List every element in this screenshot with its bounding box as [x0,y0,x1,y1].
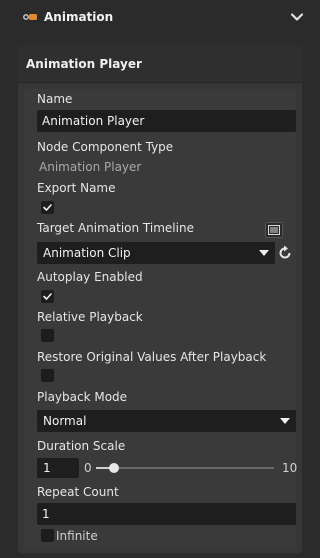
restore-values-checkbox[interactable] [41,369,54,382]
autoplay-enabled-label: Autoplay Enabled [37,270,143,284]
chevron-down-icon[interactable] [290,10,304,24]
target-timeline-value: Animation Clip [43,246,131,260]
section-header-animation[interactable]: Animation [0,0,320,36]
relative-playback-checkbox[interactable] [41,329,54,342]
infinite-checkbox[interactable] [41,529,54,542]
animation-section-icon [23,14,37,20]
playback-mode-dropdown[interactable]: Normal [37,410,296,432]
timeline-icon [268,225,280,235]
repeat-count-label: Repeat Count [37,485,119,499]
timeline-editor-button[interactable] [265,222,283,238]
duration-slider-track[interactable] [96,467,274,469]
duration-max-label: 10 [282,461,298,475]
playback-mode-label: Playback Mode [37,390,128,404]
panel-header: Animation Player [18,45,302,83]
checkmark-icon [43,293,52,300]
export-name-checkbox[interactable] [41,201,54,214]
duration-scale-input[interactable]: 1 [37,458,79,478]
refresh-icon[interactable] [276,244,294,262]
panel-title: Animation Player [26,57,142,71]
target-animation-timeline-label: Target Animation Timeline [37,221,194,235]
repeat-count-input[interactable]: 1 [37,503,296,525]
autoplay-checkbox[interactable] [41,290,54,303]
section-title: Animation [44,10,114,24]
node-component-type-value: Animation Player [39,160,142,174]
name-field[interactable]: Animation Player [37,110,296,132]
dropdown-arrow-icon [259,250,269,256]
playback-mode-value: Normal [43,414,87,428]
relative-playback-label: Relative Playback [37,310,143,324]
infinite-label: Infinite [56,529,98,543]
duration-slider-thumb[interactable] [108,463,119,473]
export-name-label: Export Name [37,181,116,195]
duration-scale-label: Duration Scale [37,439,126,453]
duration-min-label: 0 [84,461,92,475]
target-timeline-dropdown[interactable]: Animation Clip [37,242,275,264]
animation-player-panel: Animation Player Name Animation Player N… [18,45,302,553]
checkmark-icon [43,204,52,211]
dropdown-arrow-icon [280,418,290,424]
properties-area: Name Animation Player Node Component Typ… [24,89,298,549]
node-component-type-label: Node Component Type [37,140,174,154]
name-label: Name [37,92,73,106]
restore-values-label: Restore Original Values After Playback [37,350,267,364]
